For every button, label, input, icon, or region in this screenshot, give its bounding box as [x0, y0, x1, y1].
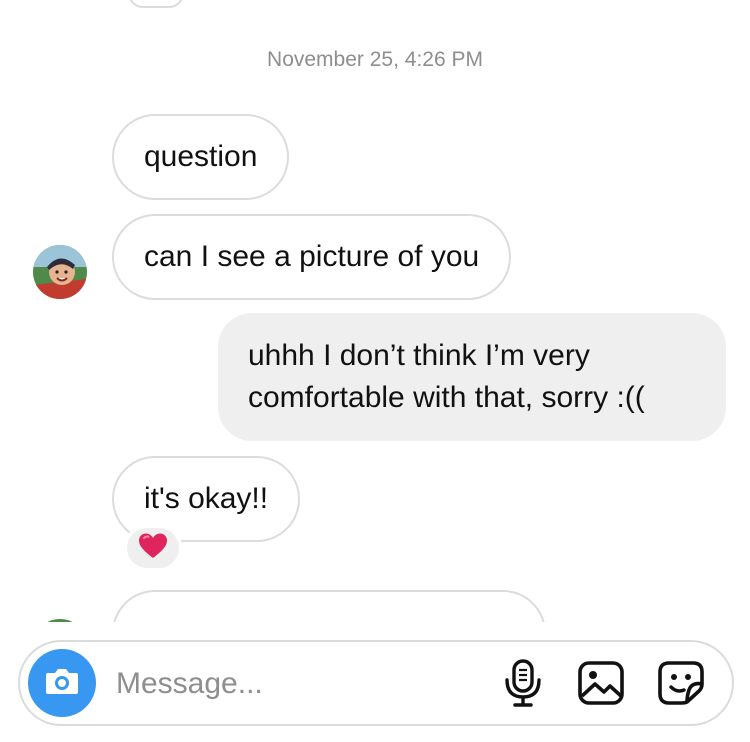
gallery-button[interactable] — [576, 660, 626, 710]
message-text: can I see a picture of you — [144, 240, 480, 273]
message-timestamp: November 25, 4:26 PM — [267, 48, 483, 71]
voice-button[interactable] — [498, 658, 548, 713]
sticker-button[interactable] — [656, 660, 706, 710]
partial-message-top — [128, 0, 184, 8]
message-input[interactable] — [114, 662, 478, 706]
avatar-image — [33, 245, 87, 299]
message-thread[interactable]: November 25, 4:26 PM question can I see … — [0, 0, 750, 622]
message-text: it's okay!! — [144, 482, 269, 515]
outgoing-message[interactable]: uhhh I don’t think I’m very comfortable … — [218, 313, 726, 441]
camera-icon — [44, 665, 80, 702]
message-text: uhhh I don’t think I’m very comfortable … — [248, 339, 645, 414]
heart-reaction[interactable] — [124, 525, 182, 571]
camera-button[interactable] — [28, 649, 96, 717]
incoming-message[interactable]: question — [112, 114, 290, 200]
sender-avatar[interactable] — [33, 245, 87, 299]
gallery-icon — [577, 660, 625, 711]
message-composer — [18, 640, 734, 726]
message-text: question — [144, 140, 258, 173]
heart-icon — [138, 532, 168, 565]
microphone-icon — [503, 658, 543, 713]
partial-message-bottom — [112, 590, 546, 622]
partial-avatar — [33, 619, 87, 622]
incoming-message[interactable]: can I see a picture of you — [112, 214, 512, 300]
sticker-icon — [657, 660, 705, 711]
